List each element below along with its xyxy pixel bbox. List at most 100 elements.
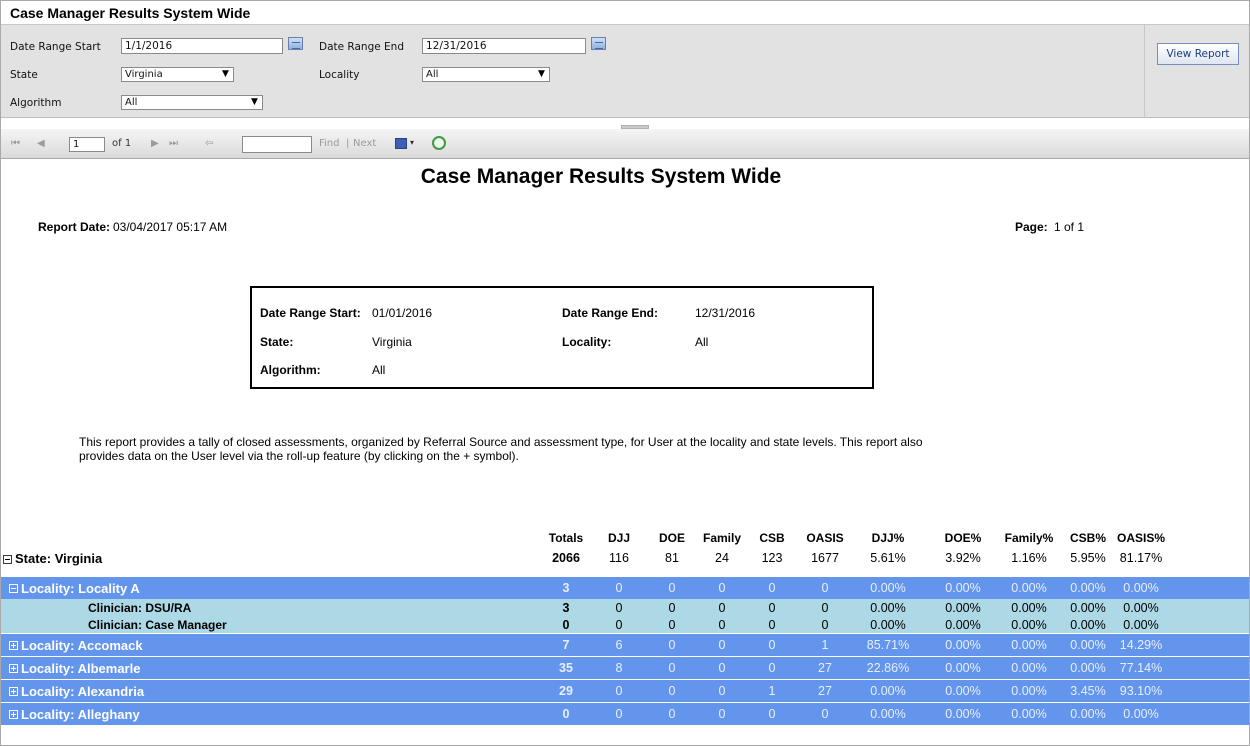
locality-row[interactable]: Locality: Alleghany 0 0 0 0 0 0 0.00% 0.00% 0.00%… (1, 702, 1249, 725)
expand-icon[interactable] (9, 709, 18, 719)
column-header: CSB (759, 531, 785, 545)
date-end-label: Date Range End (319, 41, 405, 53)
clinician-row: Clinician: DSU/RA 3 0 0 0 0 0 0.00% 0.00% 0.00% 0.… (1, 599, 1249, 616)
table-cell: 0 (668, 707, 676, 721)
table-cell: 0.00% (1011, 600, 1047, 615)
parameter-panel: Date Range Start 1/1/2016 Date Range End… (1, 25, 1249, 118)
row-label-text: Locality: Alleghany (21, 706, 140, 722)
table-cell: 0.00% (1123, 581, 1159, 595)
first-page-icon[interactable]: ⏮ (11, 138, 20, 149)
state-select[interactable]: Virginia ▼ (121, 67, 234, 82)
table-cell: 0 (821, 581, 829, 595)
table-cell: 35 (559, 661, 573, 675)
page-number-input[interactable]: 1 (69, 137, 105, 152)
state-cell: 1.16% (1011, 551, 1047, 565)
date-start-input[interactable]: 1/1/2016 (121, 38, 283, 54)
table-cell: 0.00% (1070, 661, 1106, 675)
table-cell: 0.00% (870, 684, 906, 698)
last-page-icon[interactable]: ⏭ (169, 138, 178, 149)
criteria-locality-label: Locality: (562, 335, 612, 349)
table-cell: 0.00% (1070, 617, 1106, 632)
state-cell: 3.92% (945, 551, 981, 565)
expand-icon[interactable] (9, 640, 18, 650)
locality-select-value: All (426, 69, 439, 80)
table-cell: 0.00% (1123, 600, 1159, 615)
table-cell: 93.10% (1119, 684, 1163, 698)
table-cell: 77.14% (1119, 661, 1163, 675)
date-end-input[interactable]: 12/31/2016 (422, 38, 586, 54)
locality-label[interactable]: Locality: Accomack (9, 634, 143, 656)
refresh-icon[interactable] (432, 136, 446, 150)
title-bar: Case Manager Results System Wide (1, 1, 1249, 25)
collapse-icon[interactable] (9, 583, 18, 593)
table-cell: 0.00% (1123, 707, 1159, 721)
state-cell: 81 (665, 551, 679, 565)
table-cell: 0 (768, 600, 776, 615)
locality-label[interactable]: Locality: Alleghany (9, 703, 140, 725)
previous-page-icon[interactable]: ◀ (37, 138, 45, 149)
state-cell: 2066 (552, 551, 580, 565)
locality-label[interactable]: Locality: Alexandria (9, 680, 144, 702)
column-header: Family% (1004, 531, 1054, 545)
table-cell: 0.00% (1011, 617, 1047, 632)
date-start-label: Date Range Start (10, 41, 101, 53)
table-cell: 3.45% (1070, 684, 1106, 698)
next-page-icon[interactable]: ▶ (151, 138, 159, 149)
report-toolbar: ⏮ ◀ 1 of 1 ▶ ⏭ ⇦ Find | Next ▾ (1, 129, 1249, 159)
collapse-icon[interactable] (3, 555, 12, 564)
algorithm-label: Algorithm (10, 97, 62, 109)
expand-icon[interactable] (9, 663, 18, 673)
table-cell: 0 (718, 581, 726, 595)
table-cell: 0 (562, 707, 570, 721)
table-cell: 3 (562, 600, 570, 615)
table-cell: 0.00% (1070, 581, 1106, 595)
find-next-link[interactable]: Next (353, 138, 376, 149)
locality-label[interactable]: Locality: Albemarle (9, 657, 140, 679)
table-cell: 0.00% (1011, 581, 1047, 595)
table-cell: 0.00% (1011, 638, 1047, 652)
table-cell: 0.00% (1011, 661, 1047, 675)
locality-label[interactable]: Locality: Locality A (9, 577, 140, 599)
calendar-icon[interactable] (591, 37, 606, 50)
calendar-icon[interactable] (288, 37, 303, 50)
state-select-value: Virginia (125, 69, 163, 80)
expand-icon[interactable] (9, 686, 18, 696)
algorithm-select[interactable]: All ▼ (121, 95, 263, 110)
view-report-button[interactable]: View Report (1157, 43, 1239, 65)
back-to-parent-icon[interactable]: ⇦ (205, 138, 213, 149)
export-dropdown-icon[interactable]: ▾ (410, 138, 414, 147)
row-label-text: Locality: Alexandria (21, 683, 145, 699)
table-cell: 0.00% (1011, 684, 1047, 698)
table-cell: 3 (562, 581, 570, 595)
table-cell: 7 (562, 638, 570, 652)
table-cell: 0.00% (945, 661, 981, 675)
column-header: DOE% (944, 531, 982, 545)
locality-row[interactable]: Locality: Locality A 3 0 0 0 0 0 0.00% 0.00% 0.00… (1, 576, 1249, 599)
state-row-label[interactable]: State: Virginia (3, 551, 102, 566)
find-link[interactable]: Find (319, 138, 340, 149)
table-cell: 0 (668, 600, 676, 615)
table-cell: 0 (718, 707, 726, 721)
export-icon[interactable] (395, 138, 407, 149)
column-header: CSB% (1069, 531, 1106, 545)
page-label: Page: (1015, 220, 1048, 234)
table-cell: 0 (768, 661, 776, 675)
table-cell: 27 (818, 661, 832, 675)
table-cell: 0 (668, 617, 676, 632)
table-cell: 0 (615, 617, 623, 632)
locality-row[interactable]: Locality: Alexandria 29 0 0 0 1 27 0.00% 0.00% 0.… (1, 679, 1249, 702)
state-cell: 1677 (811, 551, 839, 565)
table-cell: 6 (615, 638, 623, 652)
table-cell: 0 (768, 617, 776, 632)
locality-row[interactable]: Locality: Albemarle 35 8 0 0 0 27 22.86% 0.00% 0.… (1, 656, 1249, 679)
find-text-input[interactable] (242, 136, 312, 153)
chevron-down-icon: ▼ (222, 69, 229, 79)
locality-row[interactable]: Locality: Accomack 7 6 0 0 0 1 85.71% 0.00% 0.00%… (1, 633, 1249, 656)
table-cell: 0 (768, 638, 776, 652)
table-cell: 0 (718, 600, 726, 615)
state-cell: 24 (715, 551, 729, 565)
table-cell: 0 (668, 684, 676, 698)
row-label-text: Locality: Albemarle (21, 660, 141, 676)
table-cell: 0 (718, 684, 726, 698)
locality-select[interactable]: All ▼ (422, 67, 550, 82)
